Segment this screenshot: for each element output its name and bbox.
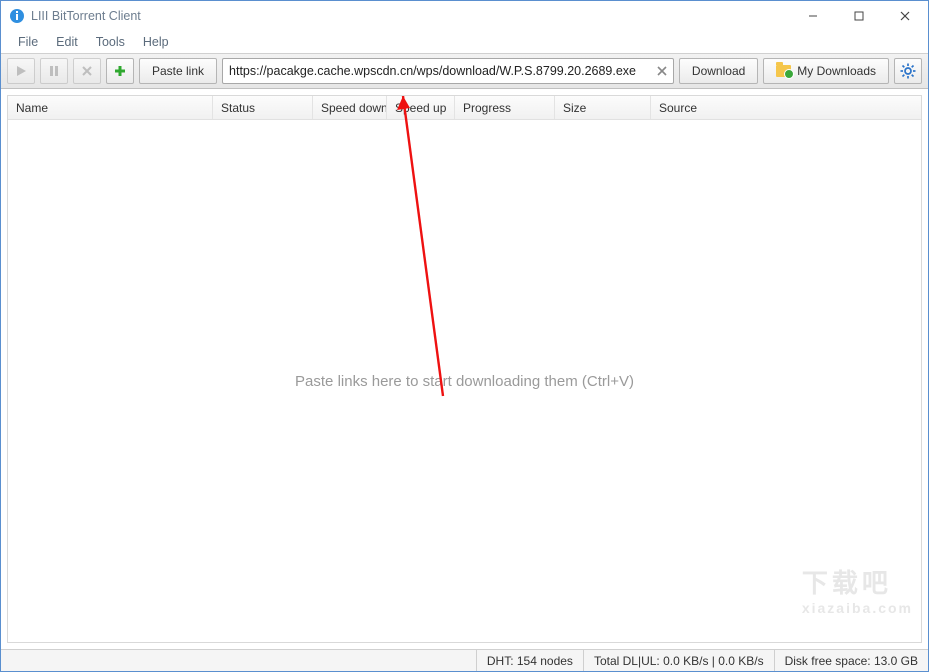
watermark-big: 下载吧 bbox=[802, 568, 892, 598]
pause-button[interactable] bbox=[40, 58, 68, 84]
titlebar: LIII BitTorrent Client bbox=[1, 1, 928, 31]
watermark: 下载吧 xiazaiba.com bbox=[802, 563, 913, 616]
menu-file[interactable]: File bbox=[9, 33, 47, 51]
col-progress[interactable]: Progress bbox=[455, 96, 555, 119]
status-bar: DHT: 154 nodes Total DL|UL: 0.0 KB/s | 0… bbox=[1, 649, 928, 671]
maximize-button[interactable] bbox=[836, 1, 882, 31]
add-button[interactable] bbox=[106, 58, 134, 84]
folder-icon bbox=[776, 65, 791, 77]
start-button[interactable] bbox=[7, 58, 35, 84]
menu-bar: File Edit Tools Help bbox=[1, 31, 928, 53]
col-size[interactable]: Size bbox=[555, 96, 651, 119]
window-controls bbox=[790, 1, 928, 31]
settings-button[interactable] bbox=[894, 58, 922, 84]
col-speed-down[interactable]: Speed down bbox=[313, 96, 387, 119]
download-button[interactable]: Download bbox=[679, 58, 758, 84]
my-downloads-button[interactable]: My Downloads bbox=[763, 58, 889, 84]
menu-tools[interactable]: Tools bbox=[87, 33, 134, 51]
content-area: Name Status Speed down Speed up Progress… bbox=[1, 89, 928, 649]
status-dht: DHT: 154 nodes bbox=[476, 650, 583, 671]
paste-link-button[interactable]: Paste link bbox=[139, 58, 217, 84]
my-downloads-label: My Downloads bbox=[797, 64, 876, 78]
status-speeds: Total DL|UL: 0.0 KB/s | 0.0 KB/s bbox=[583, 650, 774, 671]
minimize-button[interactable] bbox=[790, 1, 836, 31]
window-title: LIII BitTorrent Client bbox=[31, 9, 790, 23]
col-name[interactable]: Name bbox=[8, 96, 213, 119]
watermark-small: xiazaiba.com bbox=[802, 600, 913, 616]
app-icon bbox=[9, 8, 25, 24]
empty-hint: Paste links here to start downloading th… bbox=[295, 373, 634, 390]
col-source[interactable]: Source bbox=[651, 96, 921, 119]
downloads-table: Name Status Speed down Speed up Progress… bbox=[7, 95, 922, 643]
col-speed-up[interactable]: Speed up bbox=[387, 96, 455, 119]
table-body[interactable]: Paste links here to start downloading th… bbox=[8, 120, 921, 642]
toolbar: Paste link Download My Downloads bbox=[1, 53, 928, 89]
status-disk: Disk free space: 13.0 GB bbox=[774, 650, 928, 671]
menu-help[interactable]: Help bbox=[134, 33, 178, 51]
url-input[interactable] bbox=[229, 64, 653, 78]
clear-url-button[interactable] bbox=[653, 62, 671, 80]
url-field-wrap bbox=[222, 58, 674, 84]
app-window: LIII BitTorrent Client File Edit Tools H… bbox=[0, 0, 929, 672]
table-header: Name Status Speed down Speed up Progress… bbox=[8, 96, 921, 120]
delete-button[interactable] bbox=[73, 58, 101, 84]
menu-edit[interactable]: Edit bbox=[47, 33, 87, 51]
col-status[interactable]: Status bbox=[213, 96, 313, 119]
close-button[interactable] bbox=[882, 1, 928, 31]
